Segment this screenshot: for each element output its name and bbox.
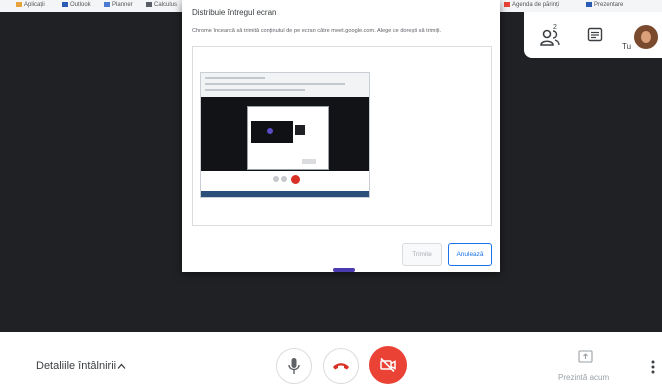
bookmark-item[interactable]: Agenda de părinți bbox=[504, 0, 559, 12]
thumbnail-browser-bar bbox=[201, 73, 369, 97]
share-button[interactable]: Trimite bbox=[402, 243, 442, 266]
bookmark-item[interactable]: Calculus bbox=[146, 0, 177, 12]
bookmark-item[interactable]: Aplicații bbox=[16, 0, 45, 12]
screen-thumbnail[interactable] bbox=[200, 72, 370, 198]
apps-icon bbox=[16, 1, 22, 7]
hang-up-button[interactable] bbox=[323, 348, 359, 384]
thumbnail-dialog bbox=[247, 106, 329, 170]
thumbnail-controls bbox=[201, 171, 369, 191]
bookmark-item[interactable]: Outlook bbox=[62, 0, 91, 12]
more-options-icon[interactable] bbox=[651, 360, 655, 374]
camera-toggle-button[interactable] bbox=[369, 346, 407, 384]
hang-up-icon bbox=[333, 363, 349, 370]
outlook-icon bbox=[62, 1, 68, 7]
bookmark-item[interactable]: Planner bbox=[104, 0, 133, 12]
dialog-description: Chrome încearcă să trimită conținutul de… bbox=[192, 28, 442, 34]
dialog-title: Distribuie întregul ecran bbox=[192, 8, 277, 17]
thumbnail-taskbar bbox=[201, 191, 369, 197]
chat-icon[interactable] bbox=[587, 27, 603, 45]
thumbnail-meeting-area bbox=[201, 97, 369, 171]
microphone-icon bbox=[288, 358, 300, 374]
camera-off-icon bbox=[380, 357, 396, 373]
cancel-button[interactable]: Anulează bbox=[448, 243, 492, 266]
microphone-button[interactable] bbox=[276, 348, 312, 384]
chevron-up-icon[interactable] bbox=[117, 363, 126, 370]
avatar-face bbox=[641, 31, 651, 43]
bookmark-icon bbox=[504, 1, 510, 7]
bookmark-item[interactable]: Prezentare bbox=[586, 0, 623, 12]
planner-icon bbox=[104, 1, 110, 7]
self-label: Tu bbox=[622, 42, 632, 51]
avatar[interactable] bbox=[634, 25, 658, 49]
present-now-button[interactable]: Prezintă acum bbox=[558, 373, 609, 382]
selection-indicator bbox=[333, 268, 355, 272]
meeting-details-button[interactable]: Detaliile întâlnirii bbox=[36, 360, 116, 372]
bookmark-icon bbox=[586, 1, 592, 7]
calculus-icon bbox=[146, 1, 152, 7]
present-screen-icon[interactable] bbox=[578, 350, 593, 363]
people-icon[interactable] bbox=[539, 27, 561, 49]
participants-count: 2 bbox=[553, 24, 557, 31]
